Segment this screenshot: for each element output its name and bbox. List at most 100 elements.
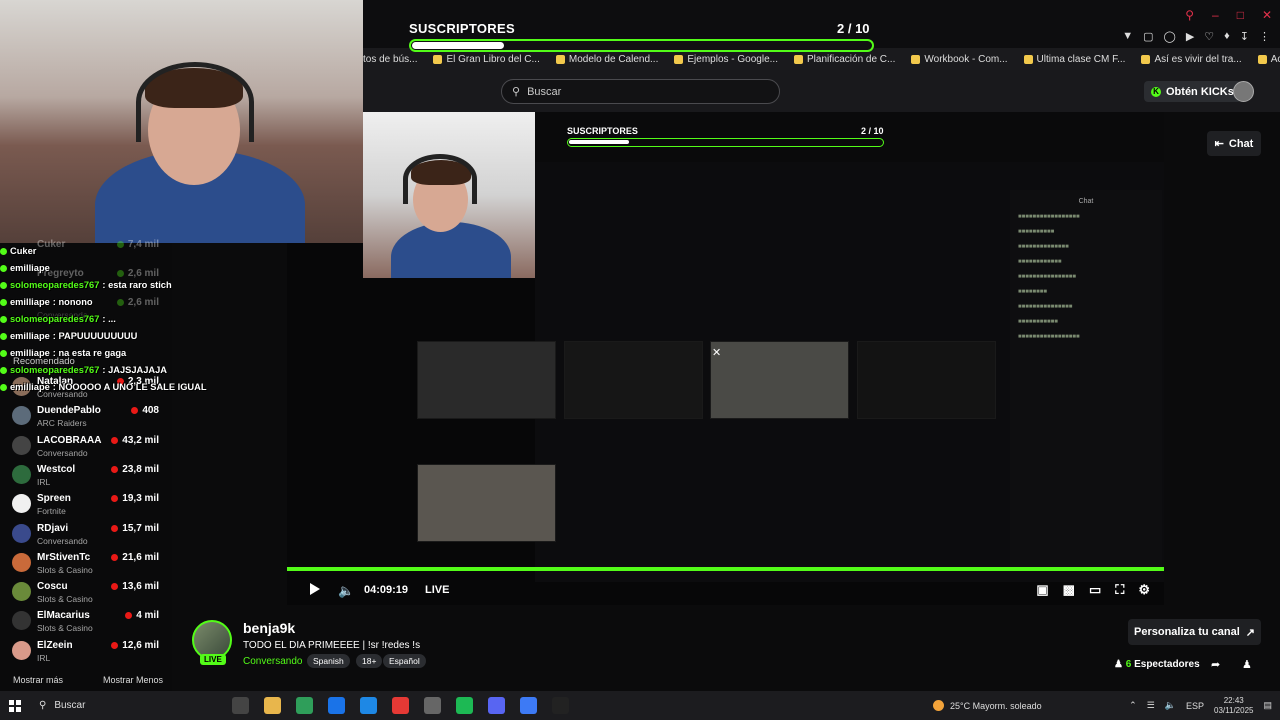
chat-username[interactable]: emilliape — [10, 379, 50, 396]
bookmark-icon — [674, 54, 684, 64]
badge-icon — [0, 248, 7, 255]
bookmark-item[interactable]: Acceso denegado — [1257, 50, 1280, 68]
chat-username[interactable]: solomeoparedes767 — [10, 311, 99, 328]
player-progress-bar[interactable] — [287, 567, 1164, 571]
search-input[interactable]: ⚲ Buscar — [501, 79, 780, 104]
language-indicator[interactable]: ESP — [1186, 701, 1204, 711]
bookmark-item[interactable]: Así es vivir del tra... — [1141, 50, 1242, 68]
clip-icon[interactable]: ▩ — [1063, 582, 1075, 598]
sidebar-channel[interactable]: LACOBRAAA Conversando 43,2 mil — [12, 433, 172, 462]
theater-icon[interactable]: ▭ — [1089, 582, 1101, 598]
show-more-button[interactable]: Mostrar más — [13, 675, 63, 685]
bookmark-item[interactable]: Ejemplos - Google... — [674, 50, 778, 68]
chat-username[interactable]: emilliape — [10, 328, 50, 345]
app-icon[interactable] — [520, 697, 537, 714]
fullscreen-icon[interactable]: ⛶ — [1115, 582, 1124, 598]
chat-text: : NOOOOO A UNO LE SALE IGUAL — [52, 382, 207, 392]
epic-games-icon[interactable] — [552, 697, 569, 714]
maximize-icon[interactable]: □ — [1237, 8, 1244, 22]
badge-icon — [0, 316, 7, 323]
share-icon[interactable]: ➦ — [1211, 658, 1220, 671]
channel-name[interactable]: benja9k — [243, 620, 295, 636]
edge-icon[interactable] — [360, 697, 377, 714]
show-less-button[interactable]: Mostrar Menos — [103, 675, 163, 685]
play-icon[interactable] — [310, 583, 320, 595]
sun-icon — [933, 700, 944, 711]
sidebar-channel[interactable]: ElZeein IRL 12,6 mil — [12, 638, 172, 667]
follow-icon[interactable]: ♟ — [1242, 658, 1252, 671]
subscribers-label: SUSCRIPTORES — [409, 21, 515, 36]
webcam-secondary — [363, 112, 535, 278]
heart-icon[interactable]: ♡ — [1204, 30, 1214, 43]
sidebar-channel[interactable]: Coscu Slots & Casino 13,6 mil — [12, 579, 172, 608]
sidebar-channel[interactable]: Spreen Fortnite 19,3 mil — [12, 491, 172, 520]
get-kicks-button[interactable]: K Obtén KICKs — [1144, 81, 1241, 102]
chat-text: : JAJSJAJAJA — [102, 365, 167, 375]
channel-name: ElMacarius — [37, 610, 90, 622]
search-icon[interactable]: ⚲ — [1185, 8, 1194, 22]
system-tray: ⌃ ☰ 🔈 ESP 22:43 03/11/2025 ▤ — [1129, 691, 1272, 720]
download-icon[interactable]: ↧ — [1240, 30, 1249, 43]
video-thumbnail — [564, 341, 703, 419]
sidebar-channel[interactable]: MrStivenTc Slots & Casino 21,6 mil — [12, 550, 172, 579]
badge-icon — [0, 367, 7, 374]
notification-icon[interactable]: ▤ — [1263, 700, 1272, 711]
discord-icon[interactable] — [488, 697, 505, 714]
taskbar-search[interactable]: ⚲ Buscar — [33, 691, 203, 720]
clock[interactable]: 22:43 03/11/2025 — [1214, 696, 1253, 716]
wifi-icon[interactable]: ☰ — [1147, 700, 1155, 711]
obs-icon[interactable] — [424, 697, 441, 714]
tag[interactable]: 18+ — [356, 654, 383, 668]
pin-icon[interactable]: ▼ — [1122, 30, 1133, 43]
chat-username[interactable]: emilliape — [10, 260, 50, 277]
bookmark-item[interactable]: El Gran Libro del C... — [433, 50, 540, 68]
avatar — [12, 406, 31, 426]
subscribers-progress-fill — [412, 42, 504, 49]
opera-icon[interactable] — [392, 697, 409, 714]
stream-category[interactable]: Conversando — [243, 656, 302, 667]
sidebar-channel[interactable]: DuendePablo ARC Raiders 408 — [12, 403, 172, 432]
bookmark-item[interactable]: Workbook - Com... — [911, 50, 1008, 68]
player-right-controls: ▣ ▩ ▭ ⛶ ⚙ — [1036, 582, 1150, 598]
bookmark-item[interactable]: Ultima clase CM F... — [1023, 50, 1125, 68]
puzzle-icon[interactable]: ♦ — [1224, 30, 1230, 43]
chat-text: : nonono — [52, 297, 93, 307]
volume-icon[interactable]: 🔈 — [1165, 700, 1176, 711]
customize-channel-button[interactable]: Personaliza tu canal ↗ — [1128, 619, 1261, 645]
store-icon[interactable] — [296, 697, 313, 714]
sidebar-channel[interactable]: ElMacarius Slots & Casino 4 mil — [12, 608, 172, 637]
spotify-icon[interactable] — [456, 697, 473, 714]
video-thumbnail — [417, 464, 556, 542]
sidebar-channel[interactable]: Westcol IRL 23,8 mil — [12, 462, 172, 491]
windows-start-icon[interactable] — [9, 700, 21, 712]
minimize-icon[interactable]: – — [1212, 8, 1219, 22]
avatar[interactable] — [1233, 81, 1254, 102]
chat-username[interactable]: emilliape — [10, 294, 50, 311]
screen: SUSCRIPTORES 2 / 10 ⚲ – □ ✕ ▼ ▢ ◯ ▶ ♡ ♦ … — [0, 0, 1280, 720]
settings-icon[interactable]: ⚙ — [1138, 582, 1150, 598]
file-explorer-icon[interactable] — [264, 697, 281, 714]
close-icon[interactable]: ✕ — [1262, 8, 1272, 22]
pip-icon[interactable]: ▣ — [1036, 582, 1048, 598]
bookmark-item[interactable]: tos de bús... — [363, 50, 417, 68]
bookmark-item[interactable]: Planificación de C... — [793, 50, 895, 68]
menu-icon[interactable]: ⋮ — [1259, 30, 1270, 43]
shield-icon[interactable]: ◯ — [1164, 30, 1176, 43]
tag[interactable]: Español — [383, 654, 426, 668]
badge-icon — [0, 350, 7, 357]
tray-chevron-icon[interactable]: ⌃ — [1129, 700, 1137, 711]
chat-username[interactable]: solomeoparedes767 — [10, 277, 99, 294]
screenshot-icon[interactable]: ▢ — [1143, 30, 1153, 43]
tag[interactable]: Spanish — [307, 654, 350, 668]
chat-username[interactable]: Cuker — [10, 243, 36, 260]
sidebar-channel[interactable]: RDjavi Conversando 15,7 mil — [12, 521, 172, 550]
outlook-icon[interactable] — [328, 697, 345, 714]
weather-widget[interactable]: 25°C Mayorm. soleado — [933, 700, 1042, 711]
channel-name: MrStivenTc — [37, 551, 91, 563]
bookmark-item[interactable]: Modelo de Calend... — [555, 50, 658, 68]
close-icon[interactable]: ✕ — [712, 346, 721, 359]
volume-icon[interactable]: 🔈 — [338, 583, 354, 599]
task-view-icon[interactable] — [232, 697, 249, 714]
chat-toggle-button[interactable]: ⇤ Chat — [1207, 131, 1261, 156]
play-icon[interactable]: ▶ — [1186, 30, 1194, 43]
